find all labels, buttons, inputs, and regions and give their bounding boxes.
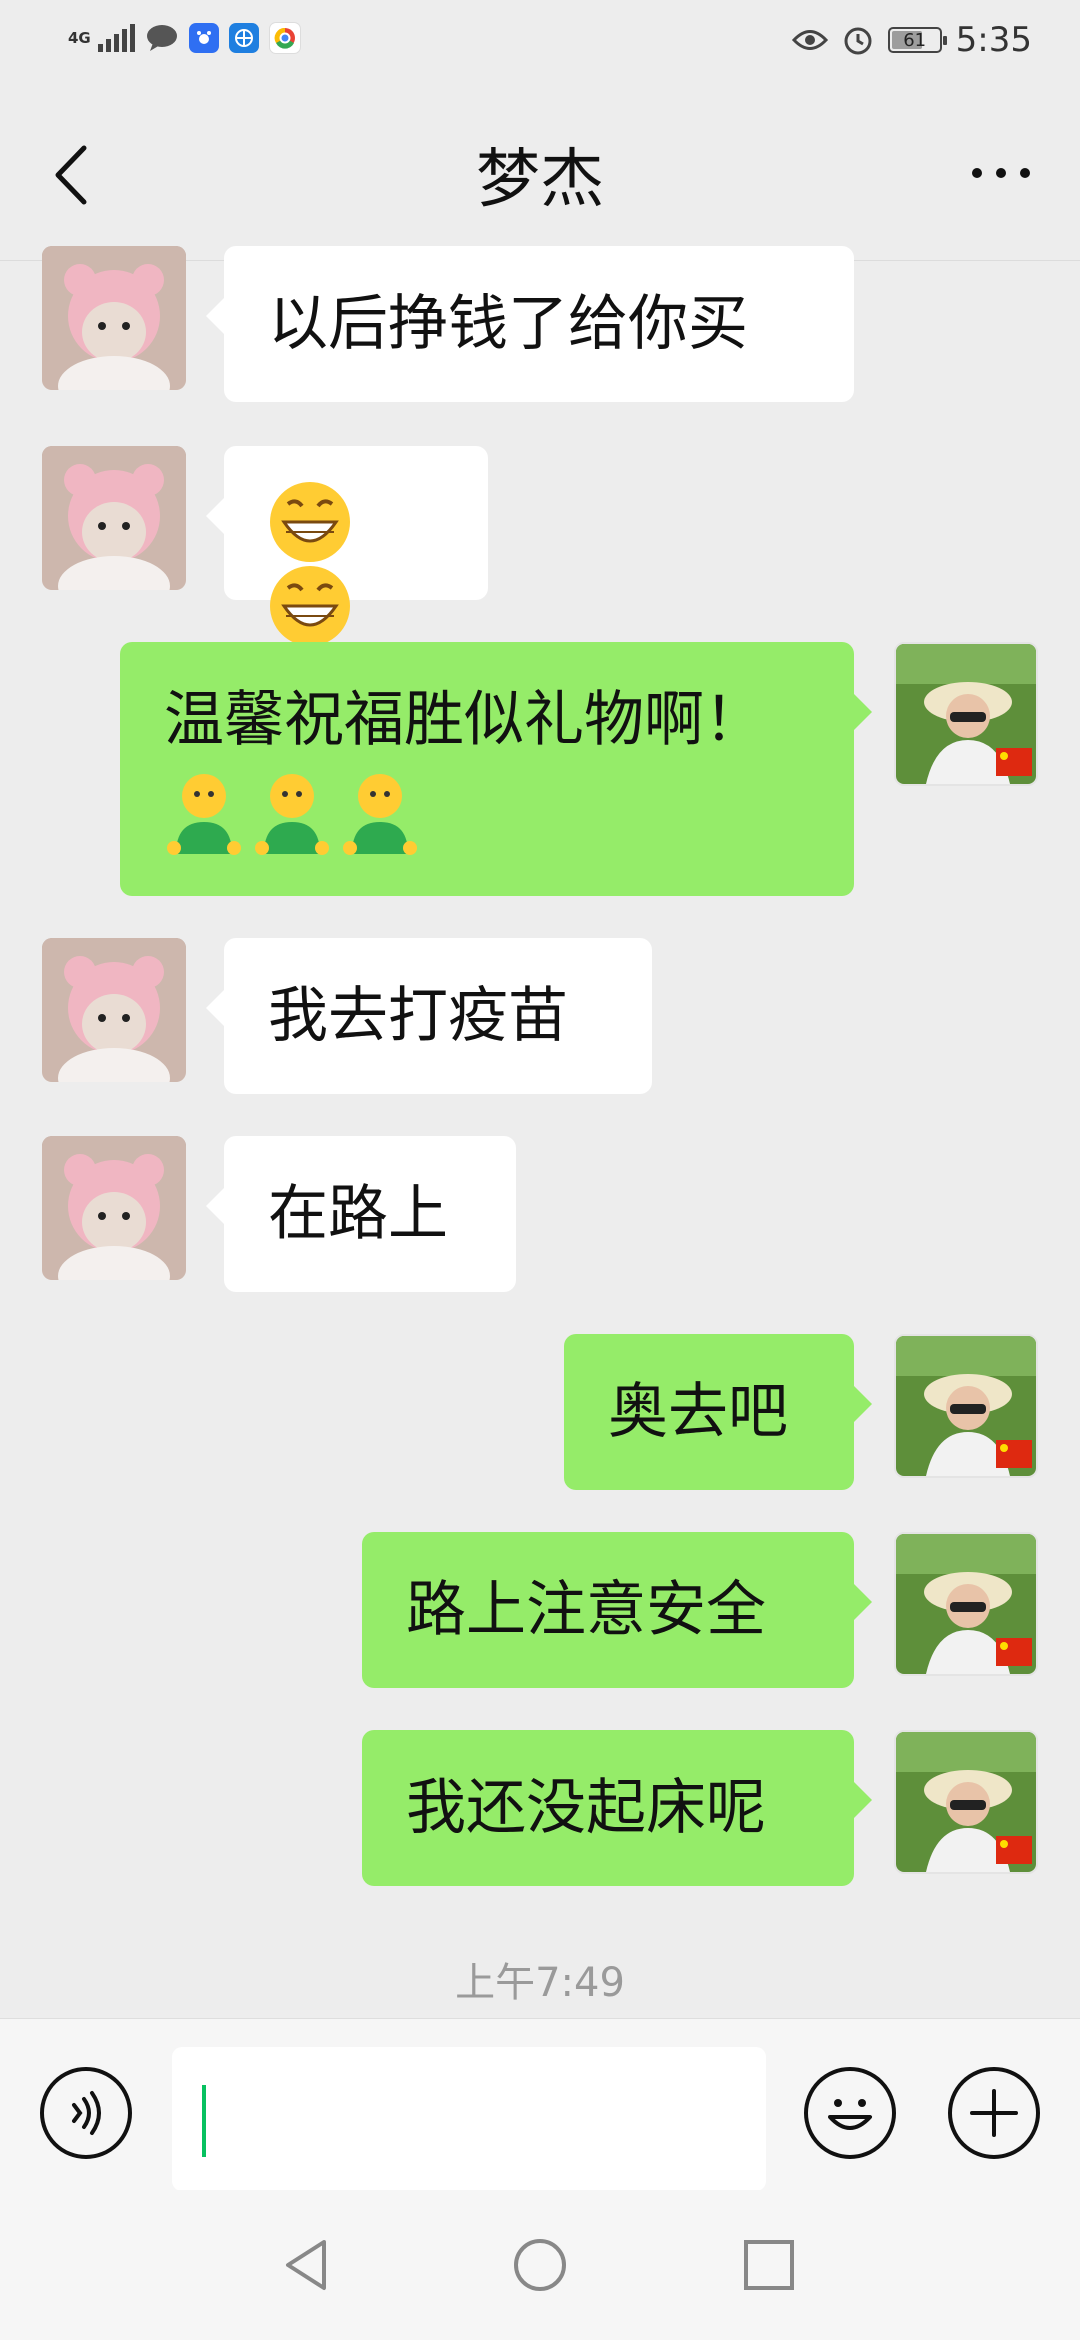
baidu-app-icon [189, 23, 219, 53]
message-bubble-incoming[interactable] [206, 446, 488, 646]
recents-square-icon[interactable] [734, 2230, 804, 2300]
alarm-icon [844, 27, 872, 55]
contact-avatar[interactable] [42, 246, 186, 390]
message-text: 路上注意安全 [406, 1575, 766, 1645]
message-icon [147, 25, 177, 51]
message-text: 以后挣钱了给你买 [268, 289, 748, 359]
message-text: 温馨祝福胜似礼物啊！ [164, 685, 764, 755]
emoji-icon[interactable] [804, 2067, 896, 2159]
person-emoji [343, 774, 417, 855]
message-bubble-incoming[interactable]: 我去打疫苗 [206, 938, 652, 1094]
more-options-icon[interactable] [972, 168, 1030, 178]
my-avatar[interactable] [894, 1334, 1038, 1478]
message-bubble-outgoing[interactable]: 温馨祝福胜似礼物啊！ [120, 642, 872, 896]
contact-avatar[interactable] [42, 446, 186, 590]
battery-icon: 61 [887, 27, 947, 53]
chrome-app-icon [269, 22, 301, 54]
chat-header: 梦杰 [0, 88, 1080, 261]
my-avatar[interactable] [894, 1532, 1038, 1676]
network-type: 4G [68, 28, 91, 47]
signal-icon [98, 24, 135, 52]
status-bar: 4G 61 5:35 [0, 0, 1080, 88]
message-bubble-outgoing[interactable]: 奥去吧 [564, 1334, 872, 1490]
person-emoji [255, 774, 329, 855]
eye-icon [791, 30, 828, 50]
my-avatar[interactable] [894, 1730, 1038, 1874]
message-text: 我去打疫苗 [268, 981, 568, 1051]
back-triangle-icon[interactable] [272, 2230, 342, 2300]
voice-icon[interactable] [40, 2067, 132, 2159]
plus-icon[interactable] [948, 2067, 1040, 2159]
message-bubble-incoming[interactable]: 在路上 [206, 1136, 516, 1292]
grinning-face-emoji [270, 566, 350, 646]
text-caret [202, 2085, 206, 2157]
grinning-face-emoji [270, 482, 350, 562]
contact-avatar[interactable] [42, 1136, 186, 1280]
message-bubble-incoming[interactable]: 以后挣钱了给你买 [206, 246, 854, 402]
chat-title: 梦杰 [476, 143, 604, 217]
contact-avatar[interactable] [42, 938, 186, 1082]
message-timestamp: 上午7:49 [455, 1960, 625, 2006]
message-text: 奥去吧 [608, 1377, 788, 1447]
battery-level: 61 [903, 29, 927, 51]
input-bar [0, 2018, 1080, 2191]
status-left: 4G [68, 22, 301, 54]
message-text: 在路上 [268, 1179, 448, 1249]
system-nav-bar [0, 2190, 1080, 2340]
message-input[interactable] [172, 2047, 766, 2191]
my-avatar[interactable] [894, 642, 1038, 786]
person-emoji [167, 774, 241, 855]
browser-app-icon [229, 23, 259, 53]
message-bubble-outgoing[interactable]: 我还没起床呢 [362, 1730, 872, 1886]
home-circle-icon[interactable] [505, 2230, 575, 2300]
status-right: 61 5:35 [791, 20, 1032, 60]
message-bubble-outgoing[interactable]: 路上注意安全 [362, 1532, 872, 1688]
status-time: 5:35 [955, 20, 1032, 60]
message-text: 我还没起床呢 [406, 1773, 766, 1843]
